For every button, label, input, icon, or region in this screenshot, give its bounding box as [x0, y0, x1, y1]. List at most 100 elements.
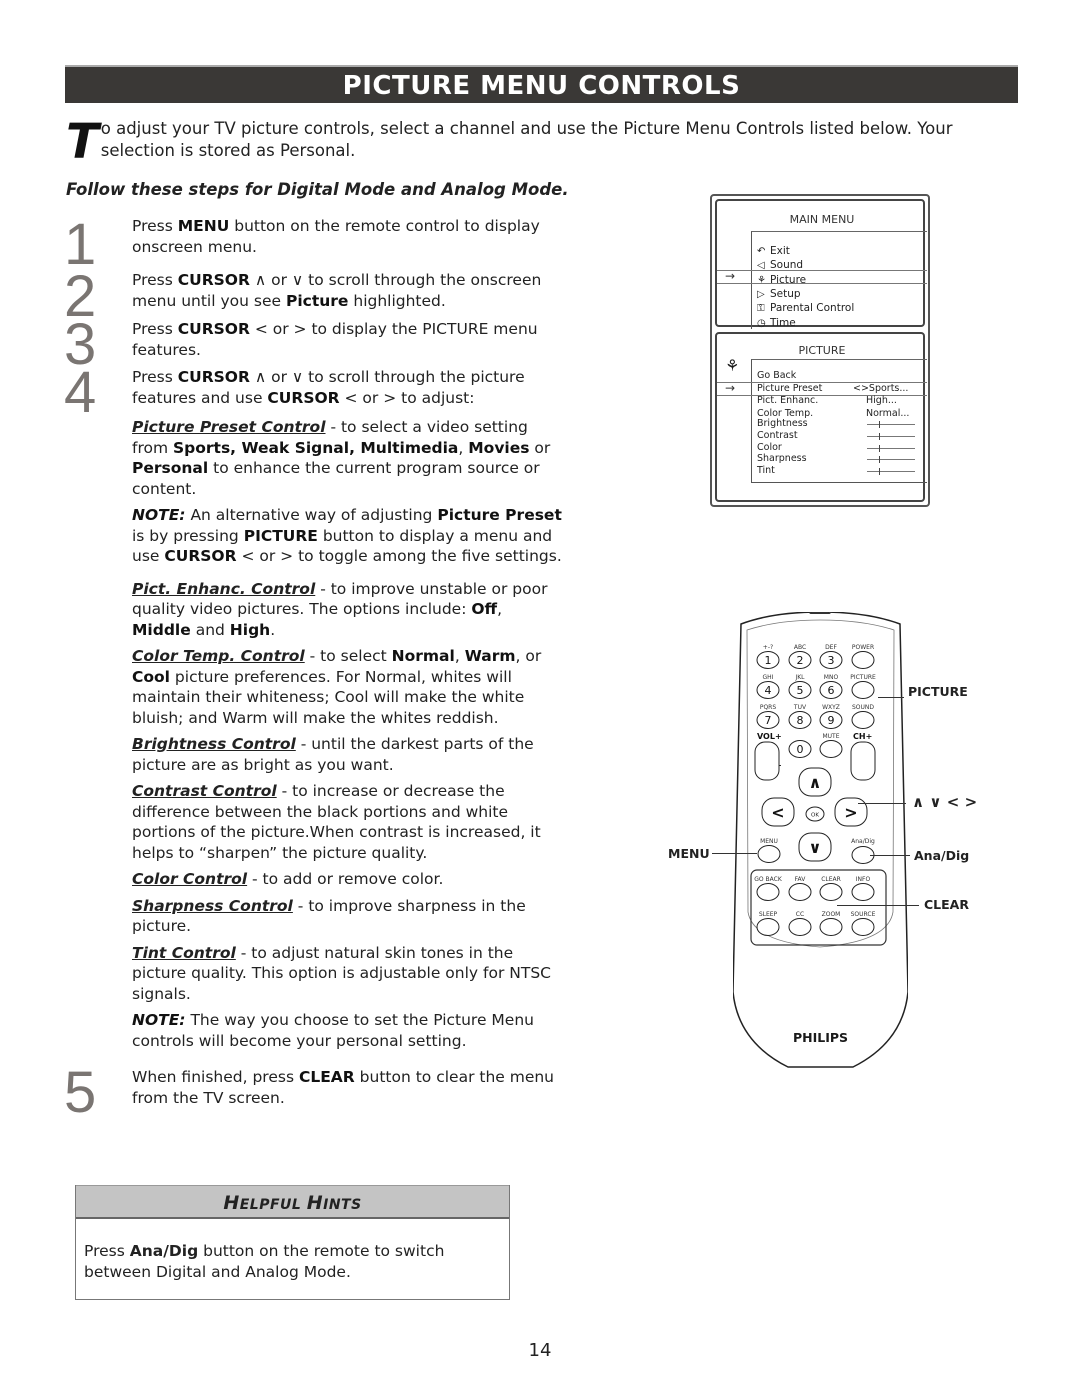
remote-button-source[interactable] [851, 918, 875, 936]
remote-button-mute[interactable] [819, 740, 843, 758]
channel-rocker[interactable] [850, 741, 876, 781]
main-menu-item-picture[interactable]: ⚘ Picture [757, 274, 806, 286]
menu-item-label: Exit [770, 245, 790, 257]
remote-button-sound[interactable] [851, 711, 875, 729]
callout-line [870, 855, 910, 856]
brightness-desc: Brightness Control - until the darkest p… [132, 734, 562, 775]
slider-color[interactable] [867, 444, 915, 452]
main-menu-item-setup[interactable]: ▷ Setup [757, 288, 801, 300]
main-menu-item-sound[interactable]: ◁ Sound [757, 259, 803, 271]
picture-menu-item-color-temp-[interactable]: Color Temp. [757, 408, 813, 419]
bold-text: CURSOR [177, 368, 250, 386]
text: < or > to toggle among the five settings… [236, 547, 562, 565]
callout-cursor: ∧ ∨ < > [912, 793, 978, 811]
text: The way you choose to set the Picture Me… [132, 1011, 534, 1050]
text: ELPFUL [239, 1197, 307, 1213]
text: INTS [323, 1197, 362, 1213]
key-digit: 7 [765, 714, 772, 727]
slider-contrast[interactable] [867, 432, 915, 440]
menu-item-label: Setup [770, 287, 801, 300]
key-digit: 8 [797, 714, 804, 727]
remote-button-picture[interactable] [851, 681, 875, 699]
remote-button-power[interactable] [851, 651, 875, 669]
picture-menu-item-contrast[interactable]: Contrast [757, 430, 798, 441]
cursor-up-icon: ∧ [809, 773, 822, 792]
text: Press [132, 368, 178, 386]
main-menu-item-parental-control[interactable]: ⚿ Parental Control [757, 302, 854, 314]
intro-paragraph: To adjust your TV picture controls, sele… [66, 114, 1026, 170]
key-label: FAV [795, 876, 807, 883]
picture-menu-screen: PICTURE ⚘ → Go Back Picture Preset <>Sport… [715, 332, 927, 502]
bold-text: Warm [464, 647, 516, 665]
control-name: Pict. Enhanc. Control [132, 579, 316, 598]
picture-menu-item-brightness[interactable]: Brightness [757, 418, 808, 429]
picture-menu-item-tint[interactable]: Tint [757, 465, 775, 476]
volume-rocker[interactable] [754, 741, 780, 781]
key-label: GO BACK [754, 876, 783, 883]
cursor-down-icon: ∨ [809, 838, 822, 857]
slider-knob[interactable] [879, 444, 880, 452]
page-title: PICTURE MENU CONTROLS [65, 65, 1018, 103]
remote-button-info[interactable] [851, 883, 875, 901]
slider-knob[interactable] [879, 456, 880, 464]
menu-value: Normal... [866, 407, 910, 419]
menu-button[interactable] [757, 845, 781, 863]
text: , [454, 647, 465, 665]
slider-knob[interactable] [879, 421, 880, 428]
key-label: TUV [793, 704, 807, 711]
picture-menu-item-color[interactable]: Color [757, 442, 782, 453]
exit-icon: ↶ [757, 246, 766, 257]
remote-button-cc[interactable] [788, 918, 812, 936]
tv-menu-illustration: MAIN MENU → ↶ Exit ◁ Sound ⚘ Picture ▷ Setup ⚿ Pa… [710, 194, 930, 507]
bold-text: Picture Preset [437, 506, 562, 524]
key-digit: 4 [765, 684, 772, 697]
text: is by pressing [132, 526, 244, 545]
text: Press [84, 1242, 130, 1260]
key-label: CC [796, 911, 804, 918]
key-label: SLEEP [759, 911, 778, 918]
callout-menu: MENU [668, 846, 710, 861]
slider-knob[interactable] [879, 468, 880, 476]
control-name: Color Temp. Control [132, 647, 305, 665]
remote-button-fav[interactable] [788, 883, 812, 901]
text: and [190, 620, 230, 639]
key-label: ZOOM [822, 911, 841, 918]
key-digit: 9 [828, 714, 835, 727]
callout-line [858, 803, 906, 804]
remote-button-sleep[interactable] [756, 918, 780, 936]
vol-plus-label: VOL+ [757, 732, 782, 741]
text: < or > to adjust: [339, 388, 475, 407]
key-label: PQRS [760, 704, 777, 711]
main-menu-item-time[interactable]: ◷ Time [757, 317, 796, 329]
picture-menu-item-sharpness[interactable]: Sharpness [757, 453, 807, 464]
callout-anadig: Ana/Dig [914, 848, 970, 863]
remote-button-clear[interactable] [819, 883, 843, 901]
bold-text: Movies [468, 438, 530, 457]
remote-button-go-back[interactable] [756, 883, 780, 901]
key-label: DEF [825, 644, 837, 651]
key-label: WXYZ [822, 704, 840, 711]
bold-text: CURSOR [177, 271, 250, 289]
picture-menu-item-go-back[interactable]: Go Back [757, 370, 796, 381]
main-menu-item-exit[interactable]: ↶ Exit [757, 245, 790, 257]
key-digit: 0 [797, 743, 804, 756]
time-icon: ◷ [757, 317, 766, 329]
text: , [458, 438, 469, 457]
enhanc-desc: Pict. Enhanc. Control - to improve unsta… [132, 579, 562, 641]
picture-menu-item-pict-enhanc-[interactable]: Pict. Enhanc. [757, 395, 818, 406]
hints-text: Press Ana/Dig button on the remote to sw… [76, 1219, 509, 1283]
picture-menu-item-picture-preset[interactable]: Picture Preset [757, 383, 822, 394]
slider-sharpness[interactable] [867, 456, 915, 464]
key-label: SOURCE [851, 911, 876, 918]
control-name: Tint Control [132, 943, 236, 962]
key-label: INFO [856, 876, 871, 883]
callout-clear: CLEAR [924, 897, 969, 912]
remote-button-zoom[interactable] [819, 918, 843, 936]
ok-label: OK [811, 813, 819, 819]
bold-text: Picture [285, 291, 349, 310]
drop-cap: T [66, 114, 99, 170]
slider-tint[interactable] [867, 468, 915, 476]
slider-brightness[interactable] [867, 421, 915, 428]
slider-knob[interactable] [879, 432, 880, 440]
cursor-left-icon: < [771, 803, 784, 822]
